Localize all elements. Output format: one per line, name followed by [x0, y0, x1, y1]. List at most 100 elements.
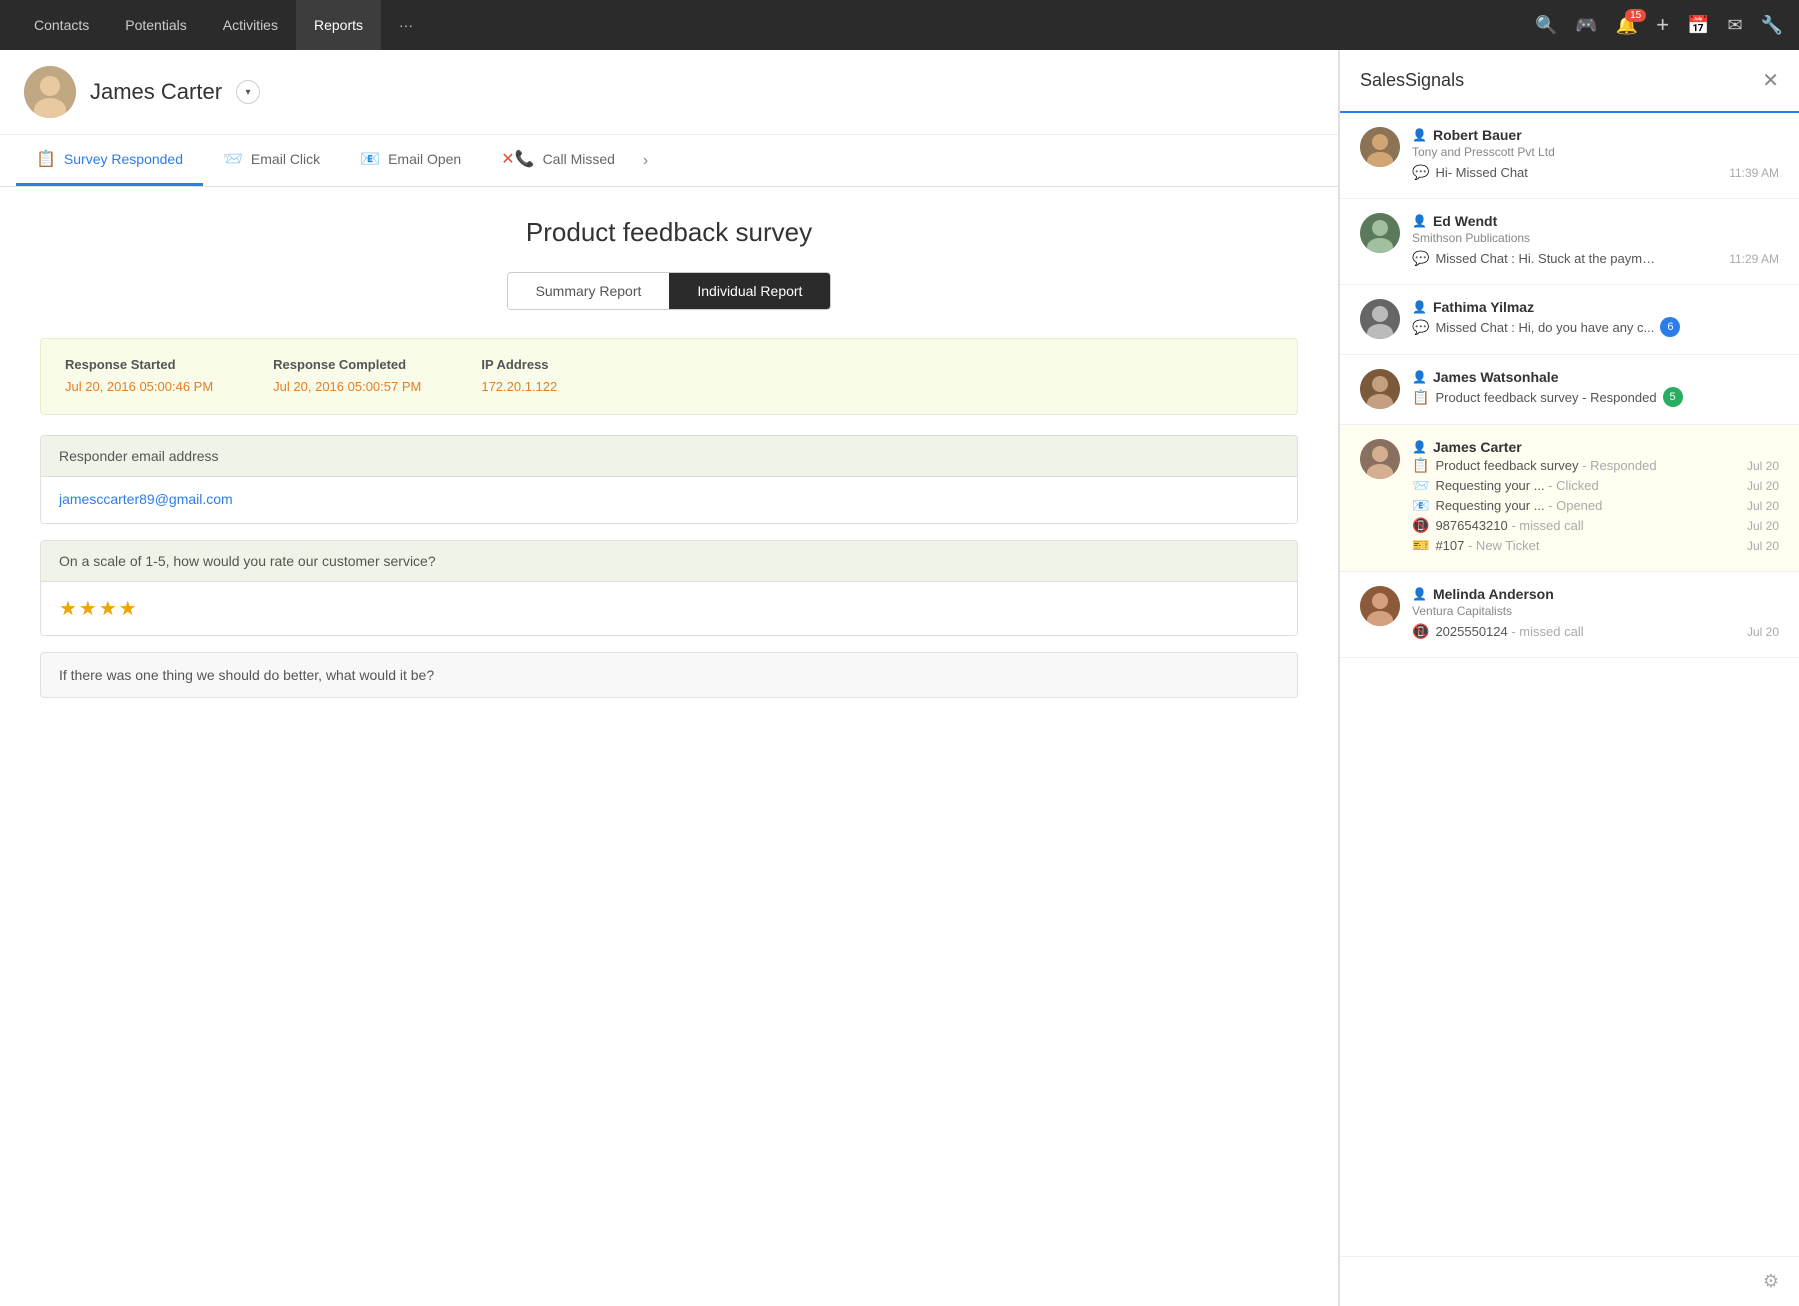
signal-company-melinda: Ventura Capitalists	[1412, 604, 1779, 618]
avatar-melinda	[1360, 586, 1400, 626]
response-completed-value: Jul 20, 2016 05:00:57 PM	[273, 379, 421, 394]
question-email-box: Responder email address jamesccarter89@g…	[40, 435, 1298, 524]
signal-entry-carter-3: 📵 9876543210 - missed call Jul 20	[1412, 517, 1779, 534]
person-icon-melinda: 👤	[1412, 587, 1427, 601]
signal-name-carter[interactable]: James Carter	[1433, 439, 1522, 455]
question-stars-header: On a scale of 1-5, how would you rate ou…	[41, 541, 1297, 582]
signal-text-carter-2: Requesting your ... - Opened	[1435, 498, 1602, 513]
top-nav: Contacts Potentials Activities Reports ·…	[0, 0, 1799, 50]
search-icon[interactable]: 🔍	[1535, 15, 1557, 36]
tabs-next-arrow[interactable]: ›	[635, 142, 656, 180]
signal-entry-melinda-0: 📵 2025550124 - missed call Jul 20	[1412, 623, 1779, 640]
nav-contacts[interactable]: Contacts	[16, 0, 107, 50]
summary-report-tab[interactable]: Summary Report	[508, 273, 670, 309]
question-stars-box: On a scale of 1-5, how would you rate ou…	[40, 540, 1298, 636]
email-click-icon: 📨	[223, 149, 243, 169]
tab-call-missed[interactable]: ✕📞 Call Missed	[481, 135, 635, 186]
ip-address-col: IP Address 172.20.1.122	[481, 357, 557, 396]
signal-content-fathima: 👤 Fathima Yilmaz 💬 Missed Chat : Hi, do …	[1412, 299, 1779, 340]
signal-text-carter-3: 9876543210 - missed call	[1435, 518, 1583, 533]
wrench-icon[interactable]: 🔧	[1761, 15, 1783, 36]
signal-text-watsonhale-0: Product feedback survey - Responded	[1435, 390, 1656, 405]
email-answer: jamesccarter89@gmail.com	[59, 491, 233, 507]
plus-icon[interactable]: +	[1656, 12, 1669, 38]
survey-title: Product feedback survey	[40, 217, 1298, 248]
response-completed-label: Response Completed	[273, 357, 421, 372]
tabs-bar: 📋 Survey Responded 📨 Email Click 📧 Email…	[0, 135, 1338, 187]
individual-report-tab[interactable]: Individual Report	[669, 273, 830, 309]
question-stars-body: ★★★★	[41, 582, 1297, 635]
star-rating: ★★★★	[59, 598, 139, 620]
email-icon-carter-2: 📧	[1412, 497, 1429, 514]
signal-text-carter-0: Product feedback survey - Responded	[1435, 458, 1656, 473]
person-icon-ed: 👤	[1412, 214, 1427, 228]
signal-name-melinda[interactable]: Melinda Anderson	[1433, 586, 1554, 602]
signals-list: 👤 Robert Bauer Tony and Presscott Pvt Lt…	[1340, 113, 1799, 1256]
avatar-fathima	[1360, 299, 1400, 339]
mail-icon[interactable]: ✉	[1727, 15, 1742, 36]
profile-dropdown-button[interactable]: ▾	[236, 80, 260, 104]
nav-activities[interactable]: Activities	[205, 0, 296, 50]
signal-text-robert-0: Hi- Missed Chat	[1435, 165, 1527, 180]
missed-call-icon-melinda: 📵	[1412, 623, 1429, 640]
ip-address-value: 172.20.1.122	[481, 379, 557, 394]
signal-time-robert-0: 11:39 AM	[1729, 166, 1779, 180]
signal-name-watsonhale[interactable]: James Watsonhale	[1433, 369, 1559, 385]
calendar-icon[interactable]: 📅	[1687, 15, 1709, 36]
settings-icon[interactable]: ⚙	[1763, 1271, 1779, 1292]
question-open-box: If there was one thing we should do bett…	[40, 652, 1298, 698]
ip-address-label: IP Address	[481, 357, 557, 372]
email-icon-carter-1: 📨	[1412, 477, 1429, 494]
avatar	[24, 66, 76, 118]
nav-icon-group: 🔍 🎮 🔔 15 + 📅 ✉ 🔧	[1535, 12, 1783, 38]
nav-potentials[interactable]: Potentials	[107, 0, 204, 50]
signal-entry-carter-1: 📨 Requesting your ... - Clicked Jul 20	[1412, 477, 1779, 494]
avatar-robert	[1360, 127, 1400, 167]
response-started-value: Jul 20, 2016 05:00:46 PM	[65, 379, 213, 394]
nav-more[interactable]: ···	[381, 0, 431, 50]
person-icon-robert: 👤	[1412, 128, 1427, 142]
bell-icon[interactable]: 🔔 15	[1616, 15, 1638, 36]
signal-time-ed-0: 11:29 AM	[1729, 252, 1779, 266]
signals-footer: ⚙	[1340, 1256, 1799, 1306]
response-info-box: Response Started Jul 20, 2016 05:00:46 P…	[40, 338, 1298, 415]
avatar-carter	[1360, 439, 1400, 479]
left-panel: James Carter ▾ 📋 Survey Responded 📨 Emai…	[0, 50, 1339, 1306]
signal-entry-carter-0: 📋 Product feedback survey - Responded Ju…	[1412, 457, 1779, 474]
signal-company-robert: Tony and Presscott Pvt Ltd	[1412, 145, 1779, 159]
signal-entry-ed-0: 💬 Missed Chat : Hi. Stuck at the payme..…	[1412, 250, 1779, 267]
signal-time-carter-0: Jul 20	[1747, 459, 1779, 473]
signal-text-ed-0: Missed Chat : Hi. Stuck at the payme...	[1435, 251, 1655, 266]
response-started-col: Response Started Jul 20, 2016 05:00:46 P…	[65, 357, 213, 396]
tab-email-open[interactable]: 📧 Email Open	[340, 135, 481, 186]
signal-name-fathima[interactable]: Fathima Yilmaz	[1433, 299, 1534, 315]
tab-email-click[interactable]: 📨 Email Click	[203, 135, 340, 186]
signal-time-carter-4: Jul 20	[1747, 539, 1779, 553]
signal-item-watsonhale: 👤 James Watsonhale 📋 Product feedback su…	[1340, 355, 1799, 425]
question-email-body: jamesccarter89@gmail.com	[41, 477, 1297, 523]
survey-icon-watsonhale: 📋	[1412, 389, 1429, 406]
main-layout: James Carter ▾ 📋 Survey Responded 📨 Emai…	[0, 50, 1799, 1306]
signal-content-melinda: 👤 Melinda Anderson Ventura Capitalists 📵…	[1412, 586, 1779, 643]
signal-time-melinda-0: Jul 20	[1747, 625, 1779, 639]
signal-name-ed[interactable]: Ed Wendt	[1433, 213, 1497, 229]
signal-content-ed: 👤 Ed Wendt Smithson Publications 💬 Misse…	[1412, 213, 1779, 270]
tab-survey-responded[interactable]: 📋 Survey Responded	[16, 135, 203, 186]
profile-name: James Carter	[90, 79, 222, 105]
avatar-ed	[1360, 213, 1400, 253]
signal-name-robert[interactable]: Robert Bauer	[1433, 127, 1522, 143]
call-missed-icon: ✕📞	[501, 149, 534, 169]
signal-entry-carter-2: 📧 Requesting your ... - Opened Jul 20	[1412, 497, 1779, 514]
report-tabs: Summary Report Individual Report	[507, 272, 832, 310]
signal-time-carter-3: Jul 20	[1747, 519, 1779, 533]
signal-item-ed: 👤 Ed Wendt Smithson Publications 💬 Misse…	[1340, 199, 1799, 285]
sales-signals-panel: SalesSignals ✕ 👤 Robert Bauer	[1339, 50, 1799, 1306]
signal-content-robert: 👤 Robert Bauer Tony and Presscott Pvt Lt…	[1412, 127, 1779, 184]
profile-header: James Carter ▾	[0, 50, 1338, 135]
gamepad-icon[interactable]: 🎮	[1575, 15, 1597, 36]
chat-icon-fathima: 💬	[1412, 319, 1429, 336]
question-email-header: Responder email address	[41, 436, 1297, 477]
close-button[interactable]: ✕	[1762, 68, 1779, 93]
nav-reports[interactable]: Reports	[296, 0, 381, 50]
avatar-watsonhale	[1360, 369, 1400, 409]
